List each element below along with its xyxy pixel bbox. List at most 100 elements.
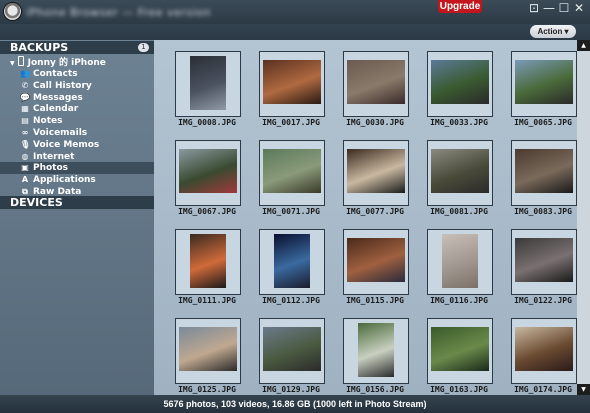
photo-image	[274, 234, 310, 288]
photo-filename: IMG_0111.JPG	[178, 296, 236, 305]
phone-icon: ✆	[21, 80, 29, 90]
photo-tile[interactable]: IMG_0116.JPG	[416, 229, 500, 315]
phone-device-icon	[17, 56, 24, 66]
toolbar	[0, 24, 590, 40]
scroll-up-icon[interactable]: ▲	[577, 40, 590, 51]
photo-tile[interactable]: IMG_0077.JPG	[332, 140, 416, 226]
photo-tile[interactable]: IMG_0008.JPG	[164, 51, 248, 137]
photo-image	[179, 149, 237, 193]
photo-filename: IMG_0017.JPG	[262, 118, 320, 127]
photo-filename: IMG_0081.JPG	[430, 207, 488, 216]
photo-tile[interactable]: IMG_0033.JPG	[416, 51, 500, 137]
photo-thumbnail[interactable]	[343, 51, 409, 117]
photo-tile[interactable]: IMG_0083.JPG	[500, 140, 577, 226]
photo-image	[347, 238, 405, 282]
photo-thumbnail[interactable]	[511, 140, 577, 206]
photo-tile[interactable]: IMG_0067.JPG	[164, 140, 248, 226]
photo-thumbnail[interactable]	[343, 318, 409, 384]
device-name: Jonny 的 iPhone	[27, 58, 106, 68]
photo-tile[interactable]: IMG_0174.JPG	[500, 318, 577, 395]
photo-tile[interactable]: IMG_0156.JPG	[332, 318, 416, 395]
photo-filename: IMG_0156.JPG	[346, 385, 404, 394]
photo-tile[interactable]: IMG_0030.JPG	[332, 51, 416, 137]
photo-image	[442, 234, 478, 288]
microphone-icon: 🎙	[20, 139, 31, 149]
photo-thumbnail[interactable]	[175, 229, 241, 295]
photo-tile[interactable]: IMG_0081.JPG	[416, 140, 500, 226]
status-bar: 5676 photos, 103 videos, 16.86 GB (1000 …	[0, 395, 590, 413]
device-item[interactable]: ▼ Jonny 的 iPhone	[10, 55, 106, 68]
photo-filename: IMG_0116.JPG	[430, 296, 488, 305]
messages-icon: 💬	[20, 92, 30, 102]
sidebar-item-calendar[interactable]: ▦ Calendar	[0, 103, 154, 115]
sidebar-item-messages[interactable]: 💬 Messages	[0, 92, 154, 104]
photo-thumbnail[interactable]	[427, 51, 493, 117]
photo-image	[263, 149, 321, 193]
photo-thumbnail[interactable]	[175, 51, 241, 117]
photo-thumbnail[interactable]	[511, 318, 577, 384]
photo-tile[interactable]: IMG_0125.JPG	[164, 318, 248, 395]
photo-thumbnail[interactable]	[343, 140, 409, 206]
action-button[interactable]: Action ▾	[530, 25, 576, 38]
photo-tile[interactable]: IMG_0122.JPG	[500, 229, 577, 315]
photo-filename: IMG_0008.JPG	[178, 118, 236, 127]
sidebar-item-label: Contacts	[33, 69, 78, 79]
sidebar-item-voice-memos[interactable]: 🎙 Voice Memos	[0, 139, 154, 151]
photo-thumbnail[interactable]	[259, 140, 325, 206]
photo-filename: IMG_0129.JPG	[262, 385, 320, 394]
sidebar-item-contacts[interactable]: 👥 Contacts	[0, 68, 154, 80]
sidebar-item-applications[interactable]: A Applications	[0, 174, 154, 186]
photo-tile[interactable]: IMG_0112.JPG	[248, 229, 332, 315]
sidebar-item-notes[interactable]: ▤ Notes	[0, 115, 154, 127]
sidebar-item-label: Applications	[33, 175, 96, 186]
app-logo-icon	[4, 3, 21, 20]
photo-thumbnail[interactable]	[343, 229, 409, 295]
photo-image	[431, 327, 489, 371]
minimize-icon[interactable]: —	[543, 2, 555, 14]
contacts-icon: 👥	[20, 69, 30, 78]
photo-tile[interactable]: IMG_0017.JPG	[248, 51, 332, 137]
photo-filename: IMG_0122.JPG	[514, 296, 572, 305]
photo-thumbnail[interactable]	[175, 318, 241, 384]
devices-header: DEVICES	[0, 196, 154, 209]
sidebar-item-label: Internet	[33, 151, 75, 162]
photo-thumbnail[interactable]	[511, 51, 577, 117]
photo-filename: IMG_0163.JPG	[430, 385, 488, 394]
sidebar-item-voicemails[interactable]: ∞ Voicemails	[0, 127, 154, 139]
photo-image	[515, 60, 573, 104]
photo-thumbnail[interactable]	[259, 318, 325, 384]
sidebar-item-internet[interactable]: ◍ Internet	[0, 151, 154, 163]
sidebar-item-photos[interactable]: ▣ Photos	[0, 162, 154, 175]
sidebar-item-call-history[interactable]: ✆ Call History	[0, 80, 154, 92]
vertical-scrollbar[interactable]: ▲ ▼	[577, 40, 590, 395]
photo-filename: IMG_0067.JPG	[178, 207, 236, 216]
photo-filename: IMG_0033.JPG	[430, 118, 488, 127]
disclosure-triangle-icon[interactable]: ▼	[10, 60, 15, 67]
photo-thumbnail[interactable]	[427, 229, 493, 295]
photo-image	[358, 323, 394, 377]
photo-thumbnail[interactable]	[259, 51, 325, 117]
menu-icon[interactable]: ⊡	[528, 2, 540, 14]
backups-header: BACKUPS 1	[0, 41, 154, 54]
globe-icon: ◍	[21, 151, 29, 161]
photo-tile[interactable]: IMG_0129.JPG	[248, 318, 332, 395]
maximize-icon[interactable]: ☐	[558, 2, 570, 14]
sidebar-item-label: Voice Memos	[33, 139, 100, 150]
scroll-down-icon[interactable]: ▼	[577, 384, 590, 395]
photo-tile[interactable]: IMG_0111.JPG	[164, 229, 248, 315]
upgrade-button[interactable]: Upgrade	[438, 0, 482, 13]
photo-tile[interactable]: IMG_0071.JPG	[248, 140, 332, 226]
photo-tile[interactable]: IMG_0065.JPG	[500, 51, 577, 137]
calendar-icon: ▦	[21, 104, 29, 114]
photo-thumbnail[interactable]	[427, 140, 493, 206]
photo-thumbnail[interactable]	[511, 229, 577, 295]
sidebar-item-label: Voicemails	[33, 128, 88, 138]
photo-tile[interactable]: IMG_0115.JPG	[332, 229, 416, 315]
photo-filename: IMG_0112.JPG	[262, 296, 320, 305]
photo-tile[interactable]: IMG_0163.JPG	[416, 318, 500, 395]
photo-thumbnail[interactable]	[175, 140, 241, 206]
photo-image	[263, 327, 321, 371]
close-icon[interactable]: ✕	[573, 2, 585, 14]
photo-thumbnail[interactable]	[259, 229, 325, 295]
photo-thumbnail[interactable]	[427, 318, 493, 384]
